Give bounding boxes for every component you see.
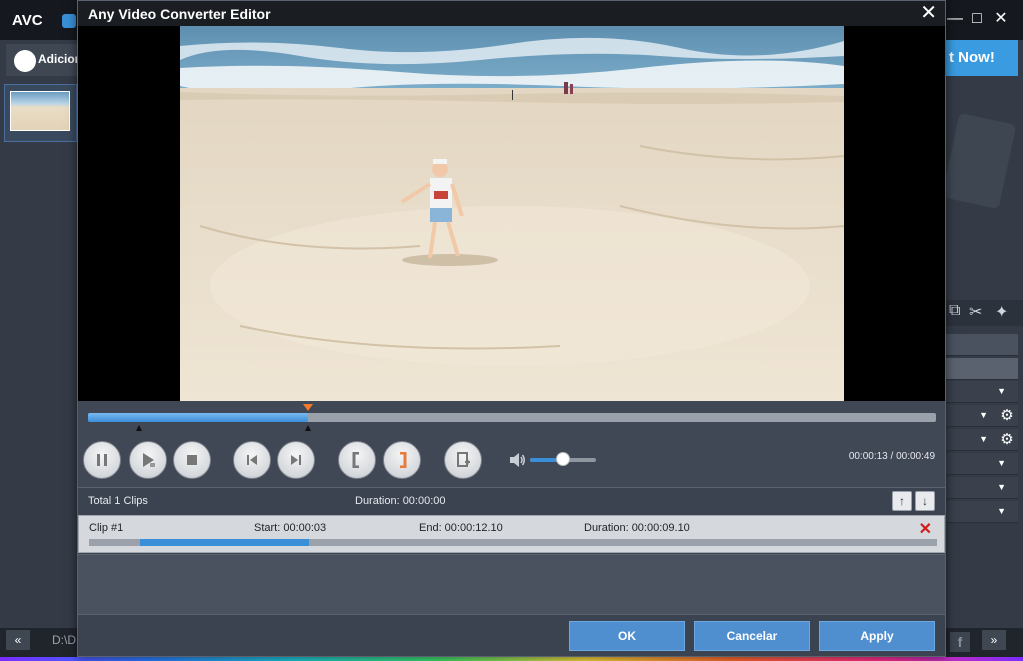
clips-header: Total 1 Clips Duration: 00:00:00 ↑ ↓ [78, 487, 945, 514]
bracket-end-icon [400, 452, 407, 468]
time-readout: 00:00:13 / 00:00:49 [848, 451, 935, 462]
panel-row [945, 358, 1018, 380]
clip-name: Clip #1 [89, 522, 124, 534]
panel-dropdown[interactable]: ▼ [945, 477, 1018, 499]
gear-icon[interactable]: ⚙ [998, 431, 1016, 449]
magic-wand-icon[interactable]: ✦ [995, 302, 1008, 322]
video-frame-image [180, 26, 844, 401]
previous-frame-button[interactable] [233, 441, 271, 479]
clip-range-fill [139, 539, 310, 546]
collapse-left-button[interactable]: « [6, 630, 30, 650]
close-icon[interactable]: ✕ [920, 3, 937, 23]
total-duration-label: Duration: 00:00:00 [355, 495, 446, 507]
clip-end: End: 00:00:12.10 [419, 522, 503, 534]
video-frame [180, 26, 844, 401]
pause-button[interactable] [83, 441, 121, 479]
volume-icon[interactable] [508, 451, 526, 469]
playback-controls: 00:00:13 / 00:00:49 [78, 401, 945, 487]
gear-icon[interactable]: ⚙ [998, 407, 1016, 425]
taskbar-glow [0, 657, 1023, 661]
video-thumbnail [10, 91, 70, 131]
dialog-footer: OK Cancelar Apply [78, 614, 945, 656]
clip-list-item[interactable]: Clip #1 Start: 00:00:03 End: 00:00:12.10… [78, 515, 945, 553]
crop-icon[interactable]: ⧉ [949, 302, 960, 320]
panel-dropdown[interactable]: ▼ [945, 501, 1018, 523]
facebook-icon[interactable]: f [950, 632, 970, 652]
apply-button[interactable]: Apply [819, 621, 935, 651]
panel-row [945, 334, 1018, 356]
scissors-icon[interactable]: ✂ [969, 302, 982, 322]
clip-duration: Duration: 00:00:09.10 [584, 522, 690, 534]
move-down-button[interactable]: ↓ [915, 491, 935, 511]
refresh-icon[interactable] [62, 14, 76, 28]
editor-dialog: Any Video Converter Editor ✕ 00:00:13 / … [77, 0, 946, 657]
pause-icon [97, 454, 107, 466]
move-up-button[interactable]: ↑ [892, 491, 912, 511]
right-toolbar: ⧉ ✂ ✦ [945, 300, 1023, 326]
add-video-button[interactable]: Adicion [6, 44, 82, 76]
set-start-button[interactable] [338, 441, 376, 479]
panel-dropdown[interactable]: ▼ [945, 453, 1018, 475]
clip-range-bar [89, 539, 937, 546]
close-icon[interactable]: ✕ [990, 8, 1012, 30]
volume-knob[interactable] [556, 452, 570, 466]
expand-right-button[interactable]: » [982, 630, 1006, 650]
dialog-title: Any Video Converter Editor [88, 6, 271, 22]
clip-start: Start: 00:00:03 [254, 522, 327, 534]
clips-list-empty-area [78, 554, 945, 614]
dialog-titlebar[interactable]: Any Video Converter Editor ✕ [78, 1, 945, 26]
maximize-icon[interactable]: □ [966, 8, 988, 30]
next-frame-button[interactable] [277, 441, 315, 479]
arrow-up-icon: ↑ [899, 494, 905, 508]
chevron-down-icon: ▼ [997, 482, 1006, 492]
play-clip-button[interactable] [129, 441, 167, 479]
add-film-icon [14, 50, 36, 72]
video-preview[interactable] [78, 26, 945, 401]
chevron-down-icon: ▼ [979, 434, 988, 444]
add-video-label: Adicion [38, 52, 82, 66]
set-end-button[interactable] [383, 441, 421, 479]
minimize-icon[interactable]: — [944, 8, 966, 30]
chevron-down-icon: ▼ [979, 410, 988, 420]
skip-back-icon [247, 455, 257, 465]
bracket-start-icon [352, 452, 359, 468]
app-logo: AVC [12, 12, 43, 29]
chevron-down-icon: ▼ [997, 386, 1006, 396]
panel-dropdown[interactable]: ▼ ⚙ [945, 405, 1018, 427]
output-path: D:\D [52, 633, 76, 647]
total-clips-label: Total 1 Clips [88, 495, 148, 507]
trim-start-marker[interactable] [135, 425, 142, 431]
ok-button[interactable]: OK [569, 621, 685, 651]
skip-forward-icon [291, 455, 301, 465]
arrow-down-icon: ↓ [922, 494, 928, 508]
seek-progress [88, 413, 309, 422]
play-icon [143, 453, 155, 467]
trim-end-marker[interactable] [305, 425, 312, 431]
playhead-marker[interactable] [303, 404, 314, 411]
file-list-item[interactable] [4, 84, 77, 142]
remove-clip-icon[interactable]: ✕ [919, 519, 932, 539]
stop-icon [187, 455, 197, 465]
stop-button[interactable] [173, 441, 211, 479]
add-clip-button[interactable] [444, 441, 482, 479]
panel-dropdown[interactable]: ▼ ⚙ [945, 429, 1018, 451]
seek-bar[interactable] [88, 413, 936, 422]
panel-dropdown[interactable]: ▼ [945, 381, 1018, 403]
chevron-down-icon: ▼ [997, 506, 1006, 516]
chevron-down-icon: ▼ [997, 458, 1006, 468]
add-clip-icon [457, 452, 470, 467]
cancel-button[interactable]: Cancelar [694, 621, 810, 651]
convert-now-button[interactable]: t Now! [945, 40, 1018, 76]
